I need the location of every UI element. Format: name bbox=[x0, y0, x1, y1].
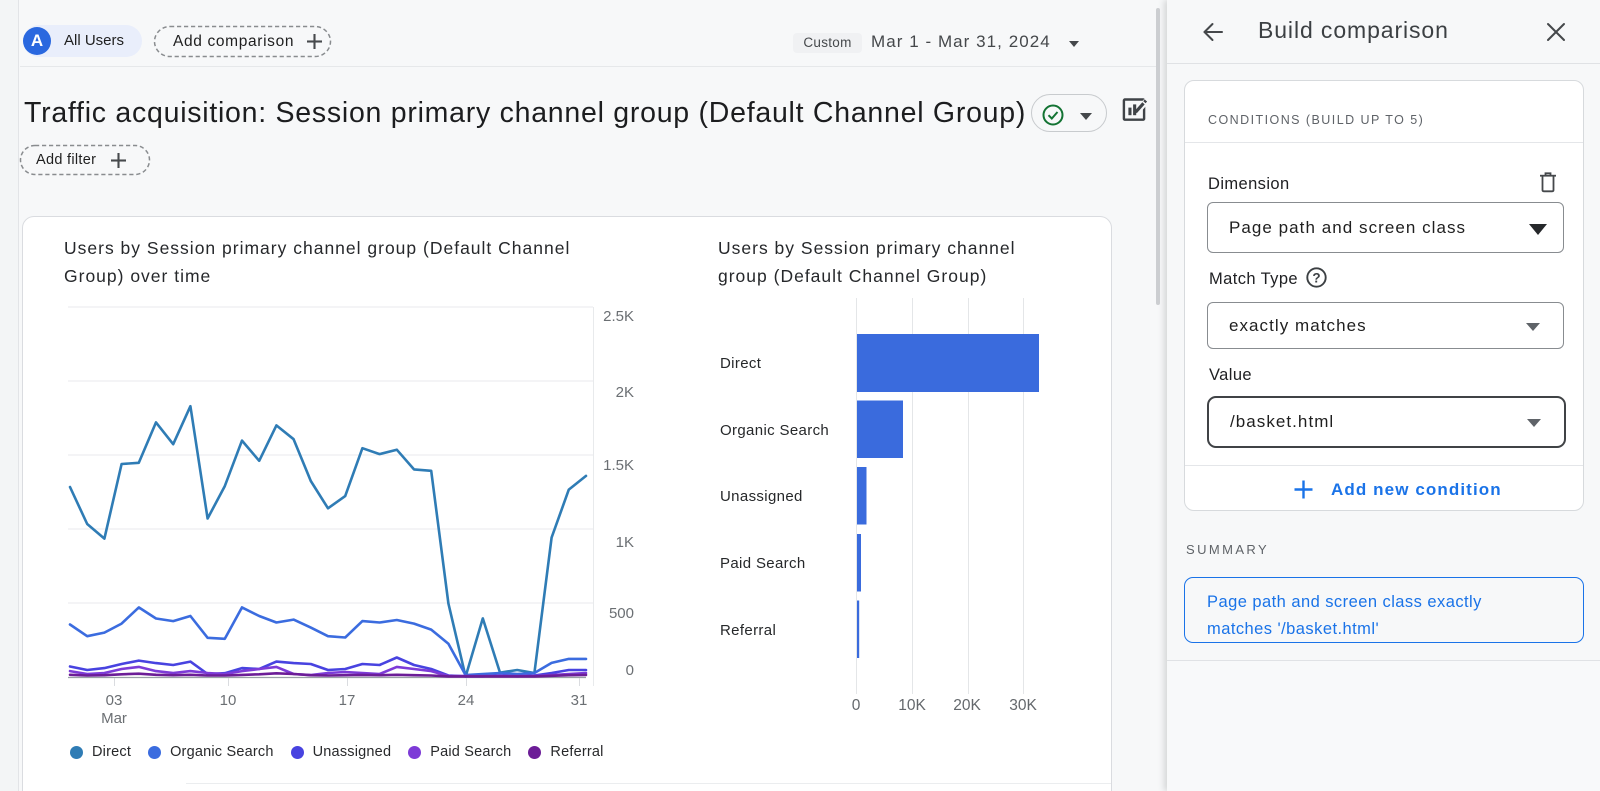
svg-text:20K: 20K bbox=[953, 697, 981, 714]
svg-text:10K: 10K bbox=[898, 697, 926, 714]
svg-text:Organic Search: Organic Search bbox=[720, 422, 829, 439]
svg-text:Unassigned: Unassigned bbox=[720, 488, 803, 505]
svg-text:Paid Search: Paid Search bbox=[720, 555, 806, 572]
svg-text:Referral: Referral bbox=[720, 622, 776, 639]
svg-text:30K: 30K bbox=[1009, 697, 1037, 714]
svg-text:?: ? bbox=[1312, 270, 1320, 285]
svg-text:0: 0 bbox=[852, 697, 861, 714]
svg-text:Direct: Direct bbox=[720, 355, 762, 372]
